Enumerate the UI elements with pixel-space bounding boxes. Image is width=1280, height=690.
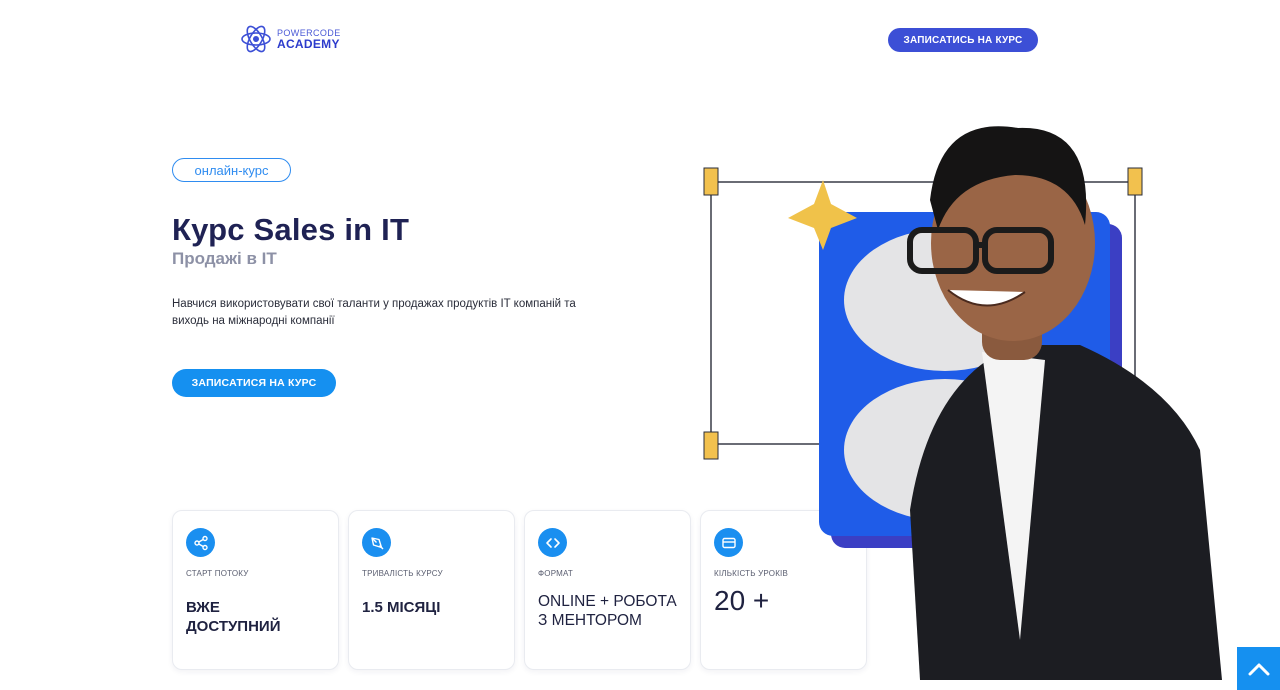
card-label: ФОРМАТ xyxy=(538,569,574,578)
info-card-format: ФОРМАТ ONLINE + РОБОТА З МЕНТОРОМ xyxy=(524,510,691,670)
card-label: СТАРТ ПОТОКУ xyxy=(186,569,249,578)
chevron-up-icon xyxy=(1248,663,1269,675)
code-icon xyxy=(538,528,567,557)
hero-description: Навчися використовувати свої таланти у п… xyxy=(172,298,576,327)
info-card-duration: ТРИВАЛІСТЬ КУРСУ 1.5 МІСЯЦІ xyxy=(348,510,515,670)
course-type-badge: онлайн-курс xyxy=(172,158,291,182)
info-card-start: СТАРТ ПОТОКУ ВЖЕ ДОСТУПНИЙ xyxy=(172,510,339,670)
pen-tool-icon xyxy=(362,528,391,557)
page-title: Курс Sales in IT xyxy=(172,212,410,247)
hero-illustration xyxy=(703,126,1222,680)
logo-bottom-text: ACADEMY xyxy=(277,36,340,51)
card-value: ВЖЕ ДОСТУПНИЙ xyxy=(186,599,281,635)
atom-logo-icon xyxy=(241,25,271,53)
logo[interactable]: POWERCODE ACADEMY xyxy=(240,22,341,56)
hero-enroll-button[interactable]: ЗАПИСАТИСЯ НА КУРС xyxy=(172,369,336,397)
card-value: ONLINE + РОБОТА З МЕНТОРОМ xyxy=(538,593,677,629)
header-enroll-button[interactable]: ЗАПИСАТИСЬ НА КУРС xyxy=(888,28,1038,52)
share-icon xyxy=(186,528,215,557)
card-value: 1.5 МІСЯЦІ xyxy=(362,599,441,616)
scroll-to-top-button[interactable] xyxy=(1237,647,1280,690)
page-subtitle: Продажі в IT xyxy=(172,249,277,268)
card-label: ТРИВАЛІСТЬ КУРСУ xyxy=(362,569,443,578)
